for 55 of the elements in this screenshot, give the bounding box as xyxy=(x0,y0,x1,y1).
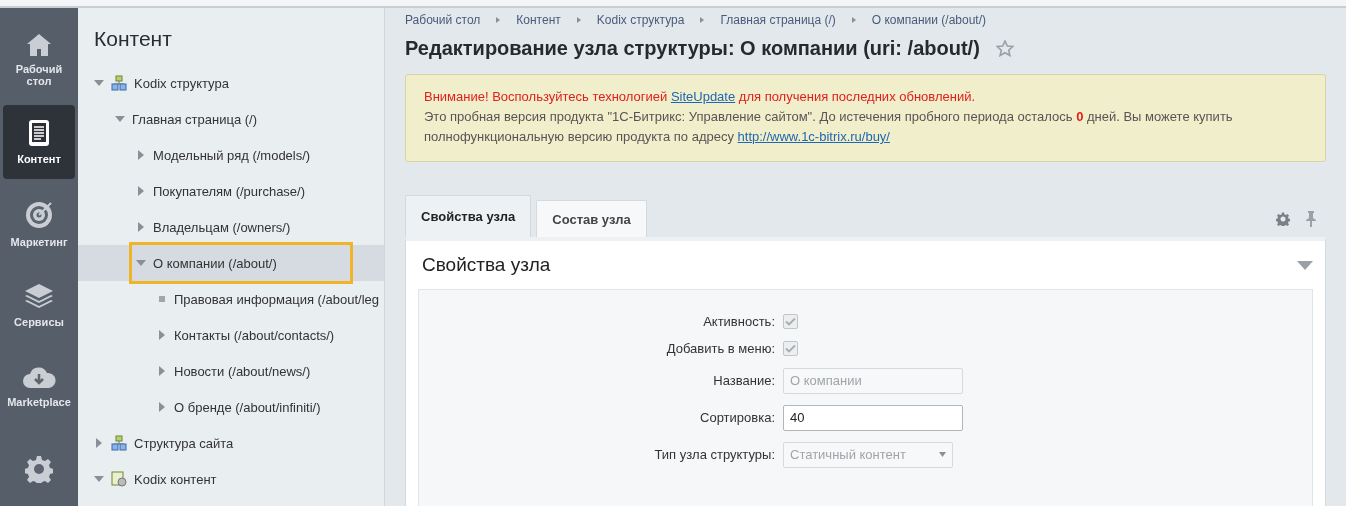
page-title: Редактирование узла структуры: О компании (uri: /about/) xyxy=(405,37,980,60)
document-icon xyxy=(28,118,50,147)
field-label: Добавить в меню: xyxy=(665,341,775,356)
breadcrumb-link[interactable]: О компании (/about/) xyxy=(871,13,986,27)
tree-item[interactable]: О компании (/about/) xyxy=(78,245,384,281)
sidebar-item[interactable]: Рабочий стол xyxy=(3,23,75,97)
tab[interactable]: Свойства узла xyxy=(405,195,532,237)
breadcrumb-link[interactable]: Главная страница (/) xyxy=(720,13,836,27)
breadcrumb-link[interactable]: Контент xyxy=(516,13,561,27)
tree-item[interactable]: Главная страница (/) xyxy=(78,101,384,137)
tree-item[interactable]: Владельцам (/owners/) xyxy=(78,209,384,245)
tree-item[interactable]: Kodix структура xyxy=(78,65,384,101)
sidebar-item[interactable]: Контент xyxy=(3,104,75,179)
tree-item[interactable]: Контакты (/about/contacts/) xyxy=(78,317,384,353)
tree-item[interactable]: О бренде (/about/infiniti/) xyxy=(78,389,384,425)
breadcrumb-separator-icon xyxy=(576,17,581,23)
pin-icon[interactable] xyxy=(1306,211,1316,227)
settings-icon[interactable] xyxy=(1276,212,1290,226)
structure-icon xyxy=(111,435,127,451)
text-field[interactable]: 40 xyxy=(783,404,963,431)
tab[interactable]: Состав узла xyxy=(536,200,647,237)
tree-item[interactable]: Новости (/about/news/) xyxy=(78,353,384,389)
breadcrumb-link[interactable]: Рабочий стол xyxy=(405,13,481,27)
star-icon[interactable] xyxy=(995,40,1014,57)
home-icon xyxy=(26,32,52,57)
field-label: Активность: xyxy=(702,314,775,329)
breadcrumb-link[interactable]: Kodix структура xyxy=(596,13,685,27)
sidebar-item[interactable]: Маркетинг xyxy=(3,186,75,261)
field-label: Название: xyxy=(712,373,775,388)
settings-icon xyxy=(25,455,53,484)
field-label: Сортировка: xyxy=(699,410,775,425)
cloud-download-icon xyxy=(22,366,56,391)
siteupdate-link[interactable]: SiteUpdate xyxy=(670,89,736,104)
panel-title: Контент xyxy=(94,27,173,51)
dropdown-caret-icon xyxy=(939,452,946,457)
structure-icon xyxy=(111,75,127,91)
breadcrumb-separator-icon xyxy=(851,17,856,23)
sidebar-item[interactable]: Marketplace xyxy=(3,350,75,425)
layers-icon xyxy=(23,282,55,311)
target-icon xyxy=(24,199,54,230)
update-warning: Внимание! Воспользуйтесь технологией SiteUpdate для получения последних обновлений. xyxy=(424,88,977,106)
trial-notice: Это пробная версия продукта "1С-Битрикс: Управление сайтом". До истечения пробного периода осталось 0 дней. Вы можете купить полнофункциональную версию продукта по адресу http://www.1c-bitrix.ru/buy/ xyxy=(424,108,1234,146)
section-title: Свойства узла xyxy=(422,254,551,276)
breadcrumb-separator-icon xyxy=(700,17,705,23)
field-label: Тип узла структуры: xyxy=(653,447,775,462)
collapse-caret-icon[interactable] xyxy=(1297,260,1313,270)
tree-item[interactable]: Модельный ряд (/models/) xyxy=(78,137,384,173)
tree-item[interactable]: Покупателям (/purchase/) xyxy=(78,173,384,209)
buy-link[interactable]: http://www.1c-bitrix.ru/buy/ xyxy=(737,129,890,144)
sidebar-item[interactable]: Сервисы xyxy=(3,268,75,343)
tree-item[interactable]: Правовая информация (/about/leg xyxy=(78,281,384,317)
tree-item[interactable]: Kodix контент xyxy=(78,461,384,497)
tree-item[interactable]: Структура сайта xyxy=(78,425,384,461)
content-icon xyxy=(111,471,127,487)
breadcrumb-separator-icon xyxy=(496,17,501,23)
